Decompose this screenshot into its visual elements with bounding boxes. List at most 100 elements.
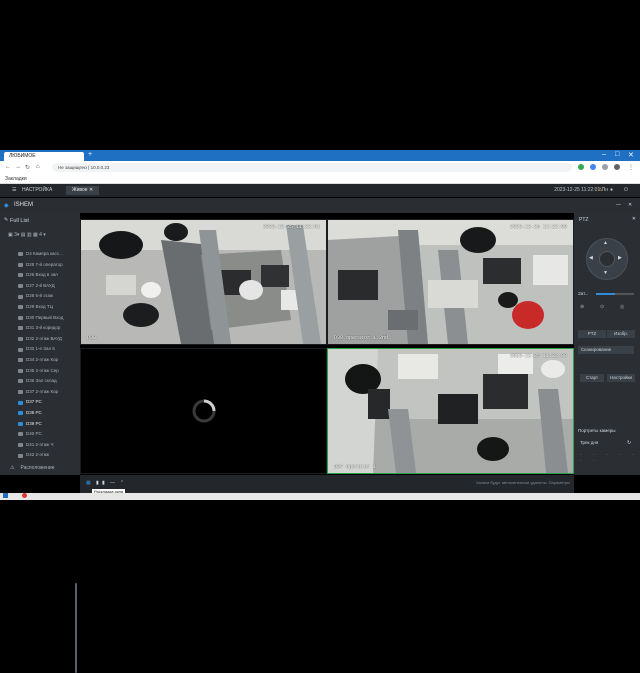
layout-toolbar: ▦ ▮ ▮ — ⌃ Записи будут автоматически уда… xyxy=(80,475,574,493)
video-pane-1[interactable]: 2023-12-25 11:22:01 D38 xyxy=(80,219,327,345)
app-header: ☰ НАСТРОЙКА Живое ✕ 2023-12-25 11:22:01 … xyxy=(0,184,640,197)
camera-feed-2 xyxy=(328,220,573,344)
device-tree-item[interactable]: D25 7-й оператор xyxy=(4,260,74,271)
device-tree-item[interactable]: D42 2-этаж xyxy=(4,450,74,461)
ptz-title: PTZ xyxy=(579,217,589,223)
device-tree-item-label: D28 5-й этаж xyxy=(26,293,53,299)
browser-tab[interactable]: ЛЮБИМОЕ xyxy=(4,152,84,161)
video-pane-2[interactable]: 2023-12-25 11:22:00 D39 operator 1 2nd xyxy=(327,219,574,345)
bookmarks-label[interactable]: Закладки xyxy=(5,176,27,182)
device-tree-item[interactable]: D28 5-й этаж xyxy=(4,291,74,302)
start-icon[interactable] xyxy=(3,493,8,498)
device-tree-item[interactable]: D31 3-й коридор xyxy=(4,323,74,334)
start-button[interactable]: Старт xyxy=(580,374,604,382)
device-tree-item[interactable]: D4 Камера касс... xyxy=(4,249,74,260)
quad-view-icon[interactable]: ▮ xyxy=(102,480,105,486)
device-tree-item-label: D42 2-этаж xyxy=(26,452,50,458)
back-icon[interactable]: ← xyxy=(5,164,11,170)
arrow-down-icon[interactable]: ▼ xyxy=(603,270,608,276)
status-text: Записи будут автоматически удалены. Пара… xyxy=(476,480,570,485)
device-tree-item[interactable]: D32 2-этаж ВАУД xyxy=(4,334,74,345)
device-tree-item[interactable]: D27 2-й ВАУД xyxy=(4,281,74,292)
star-icon[interactable] xyxy=(602,164,608,170)
device-tree-item[interactable]: D40 PC xyxy=(4,429,74,440)
camera-icon xyxy=(18,252,23,257)
app-subheader: ◆ ISHEM — ✕ xyxy=(0,198,640,213)
collapse-icon[interactable]: ✕ xyxy=(632,216,636,222)
loading-spinner-icon xyxy=(192,399,216,423)
device-tree-item-label: D4 Камера касс... xyxy=(26,251,63,256)
tab-settings[interactable]: НАСТРОЙКА xyxy=(16,186,58,195)
iris-icon[interactable]: ◎ xyxy=(620,304,624,310)
device-tree-item[interactable]: D33 1-е Зал 5 xyxy=(4,344,74,355)
preset-select[interactable]: Сканирование xyxy=(578,346,634,354)
app-name: ISHEM xyxy=(14,202,34,208)
refresh-icon[interactable]: ↻ xyxy=(627,440,631,446)
device-tree-item[interactable]: D39 PC xyxy=(4,419,74,430)
close-button[interactable]: ✕ xyxy=(628,151,634,159)
profile-icon[interactable] xyxy=(614,164,620,170)
video-pane-3[interactable] xyxy=(80,348,327,474)
camera-icon xyxy=(18,347,23,352)
single-view-icon[interactable]: ▮ xyxy=(96,480,99,486)
camera-icon xyxy=(18,273,23,278)
arrow-up-icon[interactable]: ▲ xyxy=(603,240,608,246)
device-tree-item[interactable]: D35 2-этаж Сер xyxy=(4,366,74,377)
device-tree-item[interactable]: D34 2-этаж Кор xyxy=(4,355,74,366)
left-footer-label: Расположение xyxy=(20,465,55,471)
camera-icon xyxy=(18,390,23,395)
ptz-center-button[interactable] xyxy=(599,251,615,267)
device-tree-item[interactable]: D36 Зал склад xyxy=(4,376,74,387)
device-tree-item-label: D35 2-этаж Сер xyxy=(26,367,59,373)
osd-timestamp: 2023-12-25 11:22:01 xyxy=(262,224,320,230)
maximize-button[interactable]: □ xyxy=(615,151,619,158)
device-tree-item[interactable]: D37 PC xyxy=(4,397,74,408)
extension-icon[interactable] xyxy=(578,164,584,170)
focus-icon[interactable]: ⊙ xyxy=(600,304,604,310)
arrow-right-icon[interactable]: ▶ xyxy=(618,255,622,261)
close-panel-icon[interactable]: ✕ xyxy=(628,202,632,208)
scrollbar[interactable] xyxy=(75,583,77,673)
device-list-title: Full List xyxy=(10,218,29,224)
device-tree-item[interactable]: D30 Первый Вход xyxy=(4,313,74,324)
osd-timestamp: 2023-12-25 11:22:00 xyxy=(509,224,567,230)
device-tree-item[interactable]: D37 2-этаж Кор xyxy=(4,387,74,398)
menu-icon[interactable]: ⋮ xyxy=(628,164,634,171)
camera-icon xyxy=(18,284,23,289)
tab-ptz[interactable]: PTZ xyxy=(578,330,606,338)
left-footer[interactable]: ⚠ Расположение xyxy=(10,465,54,471)
home-icon[interactable]: ⌂ xyxy=(36,164,40,170)
device-tree-item-label: D27 2-й ВАУД xyxy=(26,282,55,288)
right-subtitle: Трек дня xyxy=(580,440,599,445)
settings-button[interactable]: Настройки xyxy=(607,374,635,382)
camera-icon xyxy=(18,315,23,320)
minimize-view-icon[interactable]: — xyxy=(110,480,115,486)
minimize-panel-icon[interactable]: — xyxy=(616,202,621,208)
speed-slider[interactable] xyxy=(596,293,634,295)
address-bar[interactable]: Не защищено | 10.0.0.23 xyxy=(52,163,572,172)
video-pane-4[interactable]: 2023-12-25 11:22:00 D37 Operator 1 xyxy=(327,348,574,474)
timeline-dots: · · · · · · · xyxy=(580,452,639,464)
device-tree-item[interactable]: D41 2-этаж Ч xyxy=(4,440,74,451)
tab-image[interactable]: Изобр. xyxy=(607,330,635,338)
zoom-in-icon[interactable]: ⊕ xyxy=(580,304,584,310)
layout-icon[interactable]: ▦ xyxy=(86,480,91,486)
arrow-left-icon[interactable]: ◀ xyxy=(589,255,593,261)
device-tree-item[interactable]: D38 PC xyxy=(4,408,74,419)
chrome-icon[interactable] xyxy=(22,493,27,498)
list-toolbar[interactable]: ▣ 3▾ ▤ ▥ ▦ 4 ▾ xyxy=(8,232,46,238)
tab-live[interactable]: Живое ✕ xyxy=(66,186,100,195)
forward-icon[interactable]: → xyxy=(15,164,21,170)
expand-icon[interactable]: ⌃ xyxy=(120,480,124,486)
extension-icon[interactable] xyxy=(590,164,596,170)
device-tree-item-label: D33 1-е Зал 5 xyxy=(26,346,55,352)
minimize-button[interactable]: – xyxy=(602,151,606,158)
new-tab-button[interactable]: + xyxy=(88,151,92,158)
device-tree-item[interactable]: D29 Вход ТЦ xyxy=(4,302,74,313)
edit-icon[interactable]: ✎ xyxy=(4,217,8,223)
user-icon[interactable]: ● xyxy=(604,186,619,195)
reload-icon[interactable]: ↻ xyxy=(25,164,30,171)
device-tree-item[interactable]: D26 Вход в зал xyxy=(4,270,74,281)
logout-icon[interactable]: ⏻ xyxy=(618,186,634,195)
camera-icon xyxy=(18,379,23,384)
